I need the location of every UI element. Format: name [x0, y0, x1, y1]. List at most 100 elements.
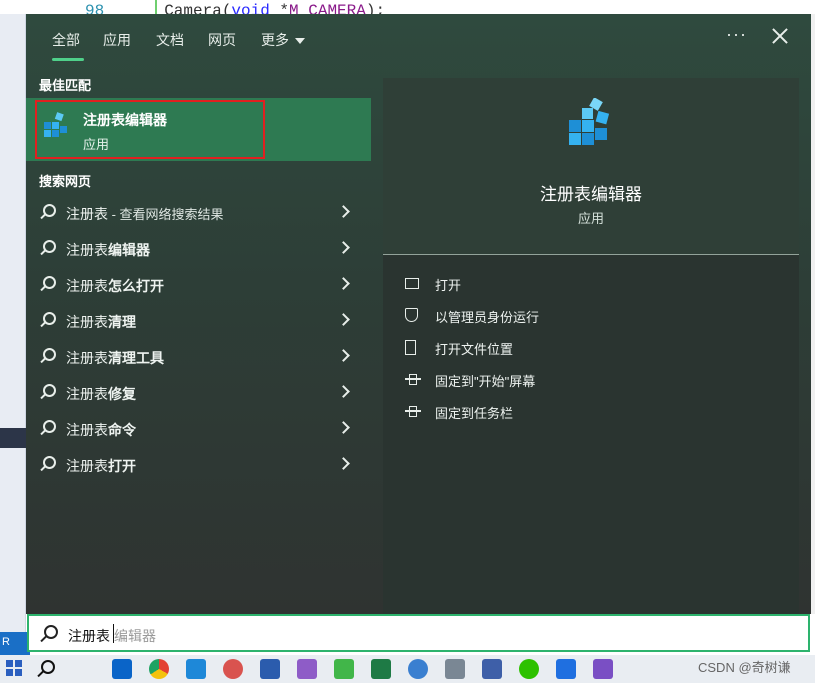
taskbar-search-icon[interactable] — [36, 660, 55, 678]
close-icon[interactable] — [768, 24, 792, 48]
action-pin-to-taskbar[interactable]: 固定到任务栏 — [405, 400, 785, 424]
web-search-suffix: - 查看网络搜索结果 — [108, 207, 224, 222]
action-pin-to-start[interactable]: 固定到"开始"屏幕 — [405, 368, 785, 392]
best-match-heading: 最佳匹配 — [39, 78, 92, 93]
action-pin-to-taskbar-label: 固定到任务栏 — [435, 406, 514, 421]
search-typed-text: 注册表 — [68, 628, 110, 644]
chevron-right-icon — [337, 205, 350, 218]
search-icon — [39, 204, 56, 220]
detail-header: 注册表编辑器 应用 — [383, 78, 799, 254]
web-search-item[interactable]: 注册表修复 — [26, 375, 371, 411]
web-search-query: 注册表 — [66, 458, 108, 474]
action-open-file-location-label: 打开文件位置 — [435, 342, 514, 357]
web-search-suffix: 打开 — [108, 458, 136, 474]
web-search-suffix: 怎么打开 — [108, 278, 164, 294]
web-search-query: 注册表 — [66, 206, 108, 222]
web-search-query: 注册表 — [66, 242, 108, 258]
web-search-suffix: 命令 — [108, 422, 136, 438]
outlook-icon[interactable] — [112, 659, 132, 679]
pin-icon — [405, 372, 421, 386]
tab-more[interactable]: 更多 — [261, 30, 305, 50]
chevron-down-icon — [295, 38, 305, 45]
chevron-right-icon — [337, 421, 350, 434]
active-tab-indicator — [52, 58, 84, 61]
qt-icon[interactable] — [334, 659, 354, 679]
paint-icon[interactable] — [223, 659, 243, 679]
best-match-type: 应用 — [83, 137, 110, 152]
web-search-item[interactable]: 注册表怎么打开 — [26, 267, 371, 303]
search-icon — [39, 456, 56, 472]
detail-divider — [383, 254, 799, 255]
action-open-file-location[interactable]: 打开文件位置 — [405, 336, 785, 360]
visual-studio-purple-icon[interactable] — [593, 659, 613, 679]
tab-documents[interactable]: 文档 — [156, 30, 184, 50]
network-icon[interactable] — [408, 659, 428, 679]
web-search-item[interactable]: 注册表清理 — [26, 303, 371, 339]
web-search-suffix: 清理工具 — [108, 350, 164, 366]
background-right-edge — [811, 14, 815, 614]
detail-app-type: 应用 — [577, 211, 604, 226]
action-run-as-admin-label: 以管理员身份运行 — [435, 310, 540, 325]
chevron-right-icon — [337, 457, 350, 470]
tab-all[interactable]: 全部 — [52, 30, 80, 50]
search-icon — [39, 312, 56, 328]
search-tab-bar: 全部 应用 文档 网页 更多 ··· — [26, 14, 811, 64]
action-open[interactable]: 打开 — [405, 272, 785, 296]
search-icon — [39, 384, 56, 400]
visual-studio-icon[interactable] — [297, 659, 317, 679]
web-search-suffix: 编辑器 — [108, 242, 150, 258]
web-search-item[interactable]: 注册表编辑器 — [26, 231, 371, 267]
action-open-label: 打开 — [435, 278, 462, 293]
search-icon — [39, 420, 56, 436]
admin-shield-icon — [405, 308, 418, 322]
background-change-marker — [155, 0, 157, 14]
registry-editor-icon — [569, 98, 610, 145]
action-pin-to-start-label: 固定到"开始"屏幕 — [435, 374, 536, 389]
calculator-icon[interactable] — [445, 659, 465, 679]
word-icon[interactable] — [260, 659, 280, 679]
search-icon — [39, 348, 56, 364]
action-run-as-admin[interactable]: 以管理员身份运行 — [405, 304, 785, 328]
web-search-item[interactable]: 注册表打开 — [26, 447, 371, 483]
web-search-query: 注册表 — [66, 278, 108, 294]
detail-app-name: 注册表编辑器 — [540, 185, 642, 204]
windows-start-icon[interactable] — [6, 660, 22, 676]
web-search-item[interactable]: 注册表清理工具 — [26, 339, 371, 375]
search-autocomplete-hint: 编辑器 — [114, 628, 156, 644]
tab-web[interactable]: 网页 — [208, 30, 236, 50]
web-search-query: 注册表 — [66, 386, 108, 402]
wechat-icon[interactable] — [519, 659, 539, 679]
web-search-query: 注册表 — [66, 350, 108, 366]
vscode-icon[interactable] — [186, 659, 206, 679]
search-icon — [39, 276, 56, 292]
search-input[interactable]: 注册表 编辑器 — [27, 614, 810, 652]
background-left-toolbar — [0, 14, 26, 634]
web-search-heading: 搜索网页 — [39, 174, 92, 189]
chevron-right-icon — [337, 313, 350, 326]
feishu-icon[interactable] — [556, 659, 576, 679]
web-search-suffix: 清理 — [108, 314, 136, 330]
registry-editor-icon — [44, 112, 67, 137]
more-options-button[interactable]: ··· — [726, 24, 747, 45]
tab-more-label: 更多 — [261, 32, 289, 48]
search-icon — [39, 240, 56, 256]
best-match-name: 注册表编辑器 — [83, 112, 167, 128]
web-search-query: 注册表 — [66, 422, 108, 438]
background-status-bar: R — [0, 632, 30, 655]
web-search-item[interactable]: 注册表命令 — [26, 411, 371, 447]
open-icon — [405, 278, 419, 289]
search-icon — [39, 625, 58, 643]
excel-icon[interactable] — [371, 659, 391, 679]
remote-desktop-icon[interactable] — [482, 659, 502, 679]
chevron-right-icon — [337, 349, 350, 362]
tab-apps[interactable]: 应用 — [103, 30, 131, 50]
web-search-query: 注册表 — [66, 314, 108, 330]
chrome-icon[interactable] — [149, 659, 169, 679]
pin-icon — [405, 404, 421, 418]
file-location-icon — [405, 340, 416, 355]
web-search-suffix: 修复 — [108, 386, 136, 402]
chevron-right-icon — [337, 241, 350, 254]
web-search-item[interactable]: 注册表 - 查看网络搜索结果 — [26, 195, 371, 231]
chevron-right-icon — [337, 385, 350, 398]
watermark-text: CSDN @奇树谦 — [698, 660, 791, 675]
